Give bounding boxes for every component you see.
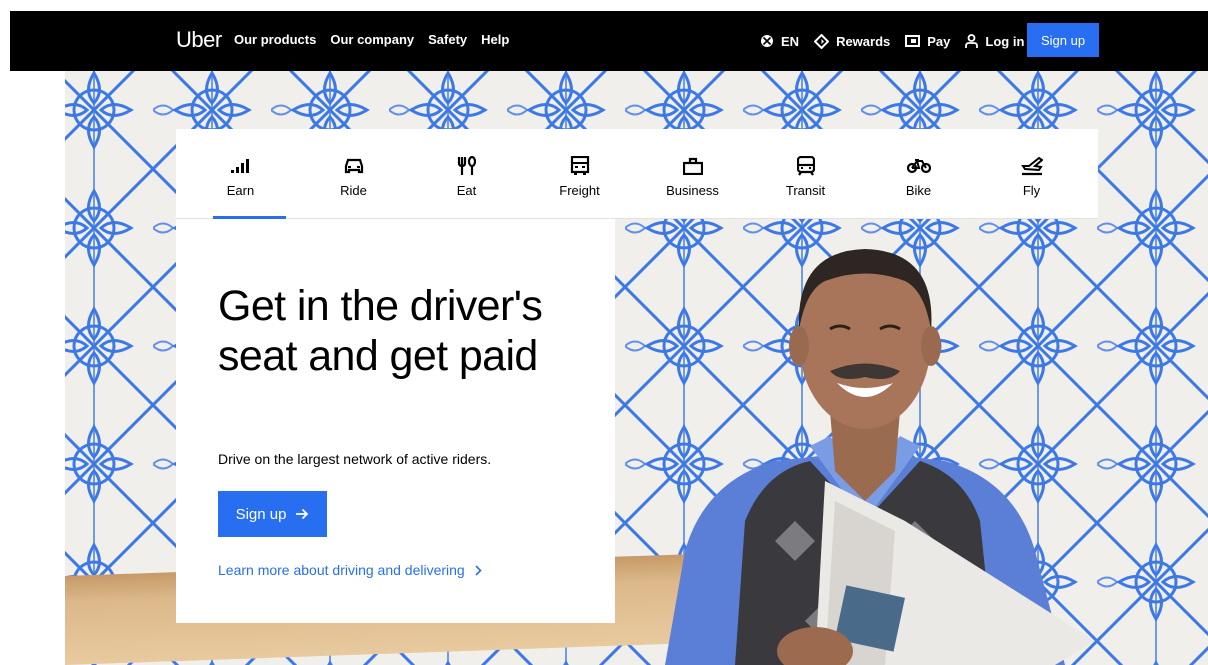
primary-nav: Our products Our company Safety Help bbox=[234, 32, 509, 47]
tab-earn[interactable]: Earn bbox=[184, 129, 297, 219]
language-selector[interactable]: EN bbox=[760, 34, 799, 49]
product-tab-bar: Earn Ride Eat Freight Business Transit B… bbox=[176, 129, 1098, 219]
tab-label-ride: Ride bbox=[340, 183, 367, 198]
car-icon bbox=[344, 155, 364, 177]
briefcase-icon bbox=[682, 155, 703, 177]
tab-label-transit: Transit bbox=[785, 183, 826, 198]
uber-logo[interactable]: Uber bbox=[176, 27, 222, 53]
pay-link[interactable]: Pay bbox=[905, 34, 950, 49]
truck-icon bbox=[570, 155, 590, 177]
driver-photo bbox=[665, 249, 1095, 665]
tab-label-earn: Earn bbox=[226, 183, 255, 198]
nav-our-company[interactable]: Our company bbox=[330, 32, 414, 47]
wallet-icon bbox=[905, 35, 921, 47]
bus-icon bbox=[796, 155, 815, 177]
utensils-icon bbox=[457, 155, 477, 177]
tab-label-business: Business bbox=[666, 183, 719, 198]
user-icon bbox=[965, 33, 979, 48]
tab-bike[interactable]: Bike bbox=[862, 129, 975, 218]
rewards-link[interactable]: Rewards bbox=[814, 33, 891, 49]
tab-label-fly: Fly bbox=[1022, 183, 1041, 198]
login-label: Log in bbox=[985, 33, 1025, 49]
nav-help[interactable]: Help bbox=[481, 32, 509, 47]
signal-bars-icon bbox=[230, 155, 251, 177]
globe-icon bbox=[761, 35, 773, 47]
arrow-right-icon bbox=[296, 508, 309, 520]
signup-button-nav[interactable]: Sign up bbox=[1027, 23, 1099, 57]
tab-eat[interactable]: Eat bbox=[410, 129, 523, 218]
language-label: EN bbox=[781, 33, 800, 49]
tab-label-bike: Bike bbox=[905, 183, 932, 198]
learn-more-link[interactable]: Learn more about driving and delivering bbox=[218, 562, 482, 578]
rewards-label: Rewards bbox=[836, 33, 891, 49]
airplane-icon bbox=[1020, 155, 1043, 177]
pay-label: Pay bbox=[927, 33, 951, 49]
tab-fly[interactable]: Fly bbox=[975, 129, 1088, 218]
signup-button-hero[interactable]: Sign up bbox=[218, 491, 327, 537]
bike-icon bbox=[906, 155, 931, 177]
login-link[interactable]: Log in bbox=[965, 34, 1024, 49]
learn-more-label: Learn more about driving and delivering bbox=[218, 562, 465, 578]
tab-ride[interactable]: Ride bbox=[297, 129, 410, 218]
secondary-nav: EN Rewards Pay Log in bbox=[760, 11, 1024, 71]
nav-our-products[interactable]: Our products bbox=[234, 32, 316, 47]
top-nav: Uber Our products Our company Safety Hel… bbox=[10, 11, 1208, 71]
tab-freight[interactable]: Freight bbox=[523, 129, 636, 218]
signup-button-label: Sign up bbox=[235, 505, 287, 523]
nav-safety[interactable]: Safety bbox=[428, 32, 467, 47]
rewards-diamond-icon bbox=[814, 33, 830, 49]
tab-label-eat: Eat bbox=[456, 183, 477, 198]
hero-subtext: Drive on the largest network of active r… bbox=[218, 451, 492, 467]
chevron-right-icon bbox=[475, 564, 482, 576]
tab-transit[interactable]: Transit bbox=[749, 129, 862, 218]
hero-card: Get in the driver's seat and get paid Dr… bbox=[176, 219, 615, 623]
tab-label-freight: Freight bbox=[559, 183, 600, 198]
tab-business[interactable]: Business bbox=[636, 129, 749, 218]
hero-headline: Get in the driver's seat and get paid bbox=[218, 282, 543, 380]
